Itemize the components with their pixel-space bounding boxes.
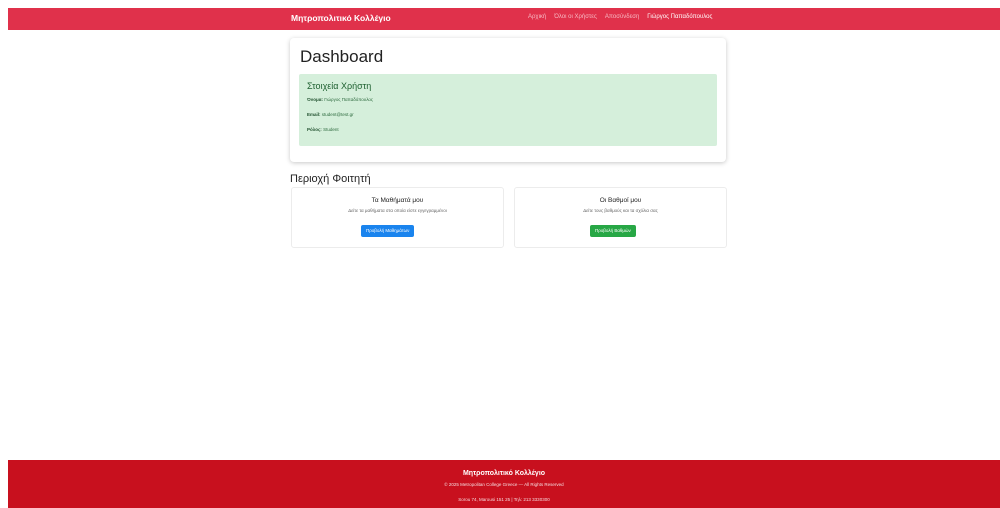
footer: Μητροπολιτικό Κολλέγιο © 2025 Metropolit… xyxy=(8,460,1000,508)
user-email-row: Email: student@test.gr xyxy=(307,112,354,117)
footer-copyright: © 2025 Metropolitan College Greece — All… xyxy=(444,482,564,487)
footer-address: Sorou 74, Marousi 151 25 | Τηλ: 213 3330… xyxy=(458,497,550,502)
user-email-value: student@test.gr xyxy=(321,112,354,117)
student-area-title: Περιοχή Φοιτητή xyxy=(290,173,371,185)
my-courses-card: Τα Μαθήματά μου Δείτε τα μαθήματα στα οπ… xyxy=(291,187,504,248)
view-courses-button[interactable]: Προβολή Μαθημάτων xyxy=(361,225,415,237)
view-grades-button[interactable]: Προβολή Βαθμών xyxy=(590,225,636,237)
my-grades-description: Δείτε τους βαθμούς και τα σχόλια σας xyxy=(583,208,658,213)
my-grades-title: Οι Βαθμοί μου xyxy=(599,197,642,204)
dashboard-card: Dashboard Στοιχεία Χρήστη Όνομα: Γιώργος… xyxy=(290,38,726,162)
user-info-box: Στοιχεία Χρήστη Όνομα: Γιώργος Παπαδόπου… xyxy=(299,74,717,146)
top-navbar: Μητροπολιτικό Κολλέγιο Αρχική Όλοι οι Χρ… xyxy=(8,8,1000,30)
nav-item-user[interactable]: Γιώργος Παπαδόπουλος xyxy=(647,14,712,20)
my-grades-card: Οι Βαθμοί μου Δείτε τους βαθμούς και τα … xyxy=(514,187,727,248)
my-courses-description: Δείτε τα μαθήματα στα οποία είστε εγγεγρ… xyxy=(348,208,447,213)
nav-item-home[interactable]: Αρχική xyxy=(528,14,546,20)
user-name-row: Όνομα: Γιώργος Παπαδόπουλος xyxy=(307,97,373,102)
nav-item-logout[interactable]: Αποσύνδεση xyxy=(605,14,639,20)
user-name-label: Όνομα: xyxy=(307,97,323,102)
user-info-heading: Στοιχεία Χρήστη xyxy=(307,81,372,91)
user-role-row: Ρόλος: Student xyxy=(307,127,339,132)
brand-link[interactable]: Μητροπολιτικό Κολλέγιο xyxy=(291,13,391,23)
user-name-value: Γιώργος Παπαδόπουλος xyxy=(324,97,374,102)
nav-links: Αρχική Όλοι οι Χρήστες Αποσύνδεση Γιώργο… xyxy=(528,14,712,20)
user-role-value: Student xyxy=(323,127,339,132)
user-email-label: Email: xyxy=(307,112,321,117)
my-courses-title: Τα Μαθήματά μου xyxy=(371,197,424,204)
user-role-label: Ρόλος: xyxy=(307,127,322,132)
footer-title: Μητροπολιτικό Κολλέγιο xyxy=(462,470,546,477)
nav-item-all-users[interactable]: Όλοι οι Χρήστες xyxy=(554,14,597,20)
page-title: Dashboard xyxy=(300,47,384,66)
